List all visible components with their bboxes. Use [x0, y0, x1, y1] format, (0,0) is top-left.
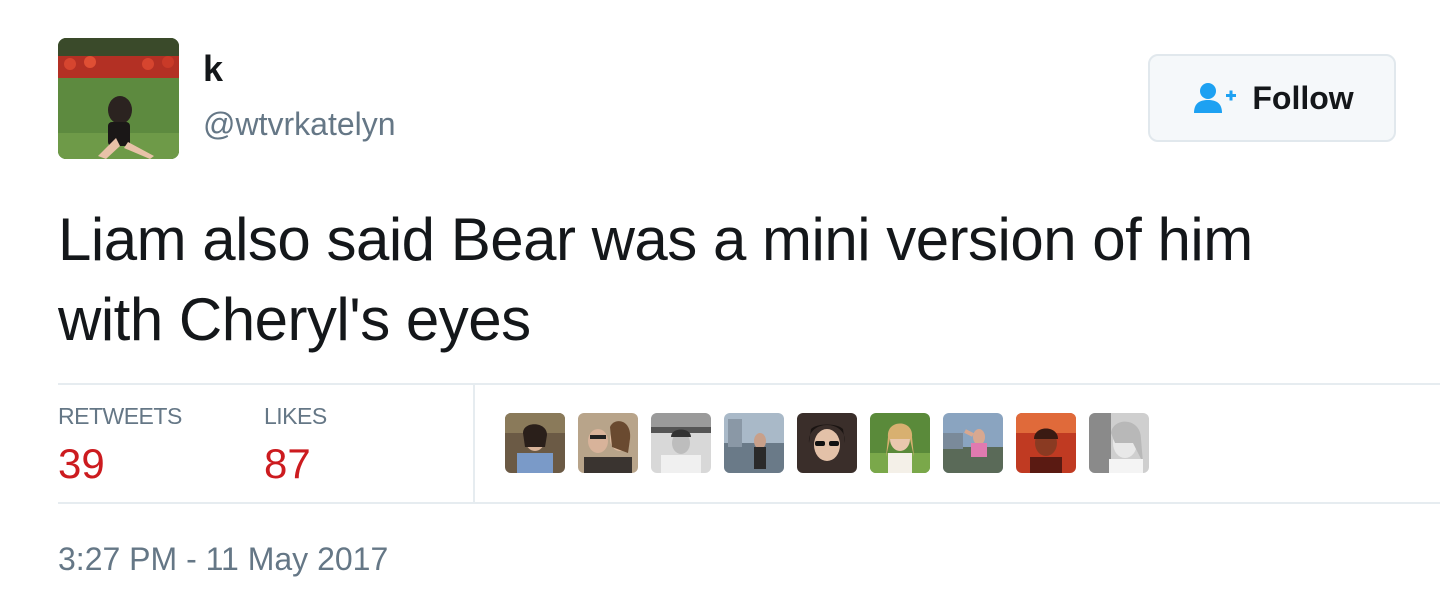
tweet-text-line-1: Liam also said Bear was a mini version o… [58, 206, 1253, 273]
author-handle[interactable]: @wtvrkatelyn [203, 104, 396, 144]
liker-avatar[interactable] [870, 413, 930, 473]
liker-avatar[interactable] [797, 413, 857, 473]
stats-divider-bottom [58, 502, 1440, 504]
tweet-text: Liam also said Bear was a mini version o… [58, 200, 1438, 360]
stats-divider-top [58, 383, 1440, 385]
liker-avatar[interactable] [724, 413, 784, 473]
follow-button[interactable]: Follow [1148, 54, 1396, 142]
retweets-count: 39 [58, 440, 105, 487]
liker-avatar[interactable] [578, 413, 638, 473]
liker-avatar[interactable] [505, 413, 565, 473]
retweets-stat[interactable]: RETWEETS 39 [58, 400, 182, 490]
likes-label: LIKES [264, 403, 327, 429]
liker-avatar[interactable] [943, 413, 1003, 473]
author-avatar[interactable] [58, 38, 179, 159]
tweet-text-line-2: with Cheryl's eyes [58, 286, 531, 353]
follow-button-label: Follow [1252, 79, 1354, 116]
retweets-label: RETWEETS [58, 403, 182, 429]
likes-stat[interactable]: LIKES 87 [264, 400, 327, 490]
stats-divider-vertical [473, 385, 475, 502]
liker-avatar[interactable] [651, 413, 711, 473]
tweet-timestamp[interactable]: 3:27 PM - 11 May 2017 [58, 538, 388, 580]
liker-avatar[interactable] [1016, 413, 1076, 473]
likes-count: 87 [264, 440, 311, 487]
add-user-icon [1194, 83, 1237, 113]
liker-avatar[interactable] [1089, 413, 1149, 473]
author-display-name[interactable]: k [203, 46, 223, 92]
liker-avatars [505, 413, 1149, 473]
